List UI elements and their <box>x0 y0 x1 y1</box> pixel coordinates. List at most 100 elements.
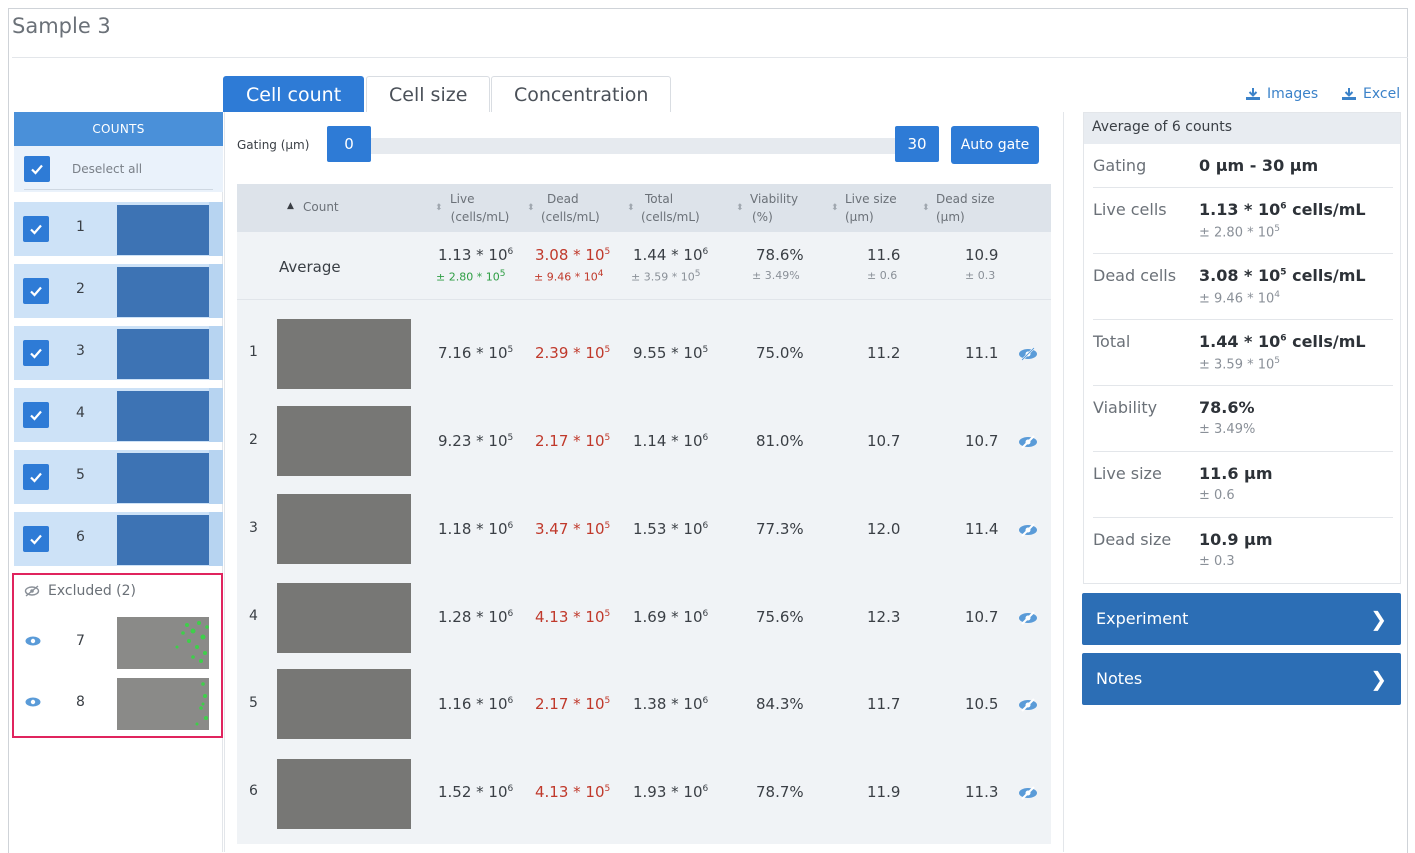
average-label: Average <box>279 258 341 276</box>
download-excel-link[interactable]: Excel <box>1341 86 1400 102</box>
deselect-all-row[interactable]: Deselect all <box>14 146 223 192</box>
row-dead-size: 10.5 <box>965 695 999 713</box>
row-live: 1.28 * 106 <box>438 608 514 626</box>
count-checkbox[interactable] <box>23 340 49 366</box>
summary-error: ± 2.80 * 105 <box>1199 224 1281 241</box>
eye-icon[interactable] <box>24 696 42 708</box>
count-checkbox[interactable] <box>23 464 49 490</box>
notes-panel-button[interactable]: Notes ❯ <box>1082 653 1401 705</box>
title-divider <box>12 57 1408 58</box>
excluded-number: 8 <box>76 694 85 710</box>
sort-up-icon: ▲ <box>287 201 294 211</box>
col-header-unit: (cells/mL) <box>541 210 600 224</box>
excluded-item[interactable]: 7 <box>14 615 221 669</box>
row-viability: 75.0% <box>756 344 804 362</box>
notes-label: Notes <box>1096 669 1143 688</box>
eye-slash-icon <box>24 585 40 597</box>
row-thumbnail[interactable] <box>277 669 411 739</box>
row-thumbnail[interactable] <box>277 406 411 476</box>
cell-image <box>195 682 208 726</box>
count-checkbox[interactable] <box>23 216 49 242</box>
experiment-panel-button[interactable]: Experiment ❯ <box>1082 593 1401 645</box>
tab-concentration[interactable]: Concentration <box>491 76 672 112</box>
row-dead-size: 11.4 <box>965 520 999 538</box>
col-header-unit: (cells/mL) <box>641 210 700 224</box>
count-checkbox[interactable] <box>23 526 49 552</box>
excluded-thumbnail[interactable] <box>117 617 209 669</box>
count-thumbnail[interactable] <box>117 329 209 379</box>
row-live-size: 10.7 <box>867 432 901 450</box>
col-header-dead[interactable]: ⬍ Dead (cells/mL) <box>527 190 611 226</box>
col-header-viability[interactable]: ⬍ Viability (%) <box>736 190 810 226</box>
exclude-eye-icon[interactable] <box>1017 786 1039 800</box>
gating-max-handle[interactable]: 30 <box>895 126 939 162</box>
summary-label: Live size <box>1093 464 1162 483</box>
chevron-right-icon: ❯ <box>1370 667 1387 691</box>
col-header-dead-size[interactable]: ⬍ Dead size (µm) <box>922 190 1000 226</box>
row-total: 1.14 * 106 <box>633 432 709 450</box>
auto-gate-button[interactable]: Auto gate <box>951 126 1039 164</box>
summary-error: ± 3.49% <box>1199 422 1256 437</box>
tab-cell-size[interactable]: Cell size <box>366 76 491 112</box>
summary-dead-size: Dead size 10.9 µm ± 0.3 <box>1084 518 1400 584</box>
col-header-label: Dead size <box>936 192 995 206</box>
summary-value: 3.08 * 105 cells/mL <box>1199 266 1366 285</box>
row-dead-size: 11.1 <box>965 344 999 362</box>
average-live-size-err: ± 0.6 <box>867 269 898 282</box>
col-header-label: Viability <box>750 192 799 206</box>
row-live: 1.52 * 106 <box>438 783 514 801</box>
excluded-item[interactable]: 8 <box>14 676 221 730</box>
gating-label: Gating (µm) <box>237 138 310 152</box>
row-thumbnail[interactable] <box>277 319 411 389</box>
exclude-eye-icon[interactable] <box>1017 435 1039 449</box>
row-dead-size: 10.7 <box>965 608 999 626</box>
count-thumbnail[interactable] <box>117 267 209 317</box>
col-header-label: Dead <box>547 192 579 206</box>
exclude-eye-icon[interactable] <box>1017 523 1039 537</box>
row-viability: 81.0% <box>756 432 804 450</box>
count-item[interactable]: 4 <box>14 388 223 442</box>
eye-icon[interactable] <box>24 635 42 647</box>
exclude-eye-icon[interactable] <box>1017 611 1039 625</box>
count-checkbox[interactable] <box>23 278 49 304</box>
row-total: 1.38 * 106 <box>633 695 709 713</box>
check-icon <box>30 224 42 235</box>
deselect-all-checkbox[interactable] <box>24 156 50 182</box>
col-header-total[interactable]: ⬍ Total (cells/mL) <box>627 190 711 226</box>
summary-value: 1.44 * 106 cells/mL <box>1199 332 1366 351</box>
count-row-edge <box>209 388 223 442</box>
count-thumbnail[interactable] <box>117 453 209 503</box>
row-number: 2 <box>249 432 258 448</box>
summary-value: 0 µm - 30 µm <box>1199 156 1319 175</box>
tab-cell-count[interactable]: Cell count <box>223 76 365 112</box>
row-thumbnail[interactable] <box>277 759 411 829</box>
count-item[interactable]: 6 <box>14 512 223 566</box>
average-total: 1.44 * 106 <box>633 246 709 264</box>
count-thumbnail[interactable] <box>117 391 209 441</box>
row-thumbnail[interactable] <box>277 583 411 653</box>
col-header-unit: (µm) <box>936 210 965 224</box>
gating-min-handle[interactable]: 0 <box>327 126 371 162</box>
count-thumbnail[interactable] <box>117 515 209 565</box>
row-thumbnail[interactable] <box>277 494 411 564</box>
count-thumbnail[interactable] <box>117 205 209 255</box>
count-item[interactable]: 5 <box>14 450 223 504</box>
col-header-count[interactable]: ▲ Count <box>287 198 339 216</box>
excluded-thumbnail[interactable] <box>117 678 209 730</box>
count-item[interactable]: 2 <box>14 264 223 318</box>
gating-slider-track[interactable] <box>370 138 898 154</box>
excluded-label: Excluded (2) <box>48 583 137 599</box>
counts-sidebar: COUNTS Deselect all 1 2 3 4 5 6 <box>14 112 223 852</box>
summary-live-size: Live size 11.6 µm ± 0.6 <box>1084 452 1400 518</box>
download-images-link[interactable]: Images <box>1245 86 1318 102</box>
exclude-eye-icon[interactable] <box>1017 698 1039 712</box>
exclude-eye-icon[interactable] <box>1017 347 1039 361</box>
count-number: 2 <box>76 281 85 297</box>
col-header-live-size[interactable]: ⬍ Live size (µm) <box>831 190 905 226</box>
average-dead-err: ± 9.46 * 104 <box>534 269 604 284</box>
count-item[interactable]: 1 <box>14 202 223 256</box>
col-header-live[interactable]: ⬍ Live (cells/mL) <box>435 190 515 226</box>
count-item[interactable]: 3 <box>14 326 223 380</box>
count-checkbox[interactable] <box>23 402 49 428</box>
summary-value: 11.6 µm <box>1199 464 1273 483</box>
